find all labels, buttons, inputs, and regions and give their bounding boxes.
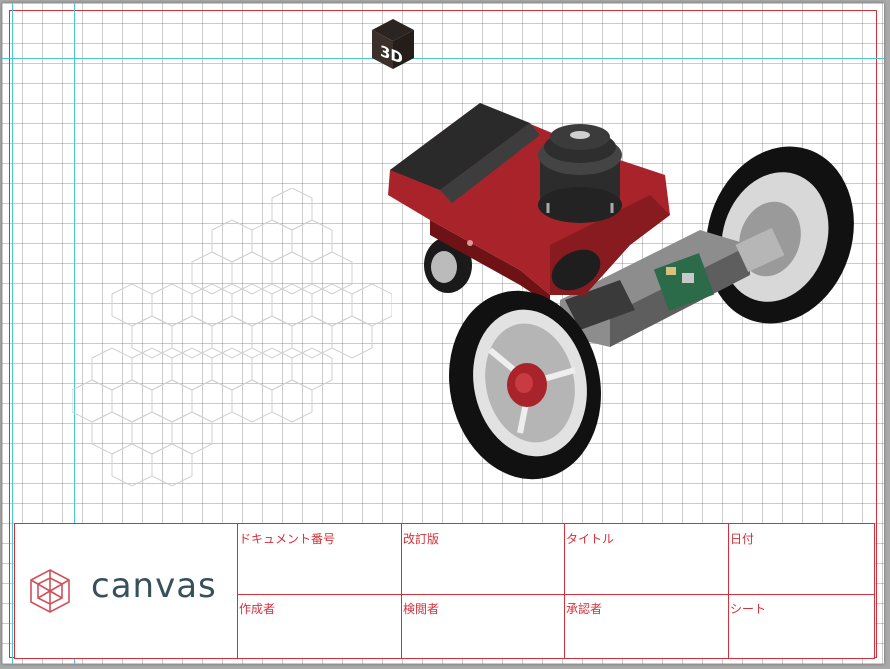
brand-name: canvas	[91, 566, 217, 606]
title-block-divider	[237, 524, 238, 658]
title-block-divider	[728, 524, 729, 658]
author-label: 作成者	[239, 602, 276, 616]
reviewer-label: 検閲者	[403, 602, 440, 616]
sheet-label: シート	[730, 602, 767, 616]
3d-cube-icon[interactable]: 3D	[370, 17, 416, 71]
robot-3d-model[interactable]	[370, 95, 870, 490]
canvas-logo-icon	[30, 569, 70, 613]
title-block-divider	[237, 594, 874, 595]
title-block-divider	[564, 524, 565, 658]
lidar-sensor	[538, 124, 622, 223]
approver-label: 承認者	[566, 602, 603, 616]
date-label: 日付	[730, 532, 755, 546]
title-block-divider	[401, 524, 402, 658]
drawing-sheet[interactable]: 3D canvas ドキュメント番号 改訂版 タイトル 日付 作成者 検閲者 承…	[2, 3, 884, 664]
guide-vertical-left-outer[interactable]	[12, 3, 13, 664]
document-number-label: ドキュメント番号	[239, 532, 336, 546]
title-block: canvas ドキュメント番号 改訂版 タイトル 日付 作成者 検閲者 承認者 …	[14, 523, 875, 659]
guide-horizontal-top[interactable]	[2, 58, 884, 59]
hexagon-pattern	[72, 188, 392, 487]
title-label: タイトル	[566, 532, 615, 546]
revision-label: 改訂版	[403, 532, 440, 546]
